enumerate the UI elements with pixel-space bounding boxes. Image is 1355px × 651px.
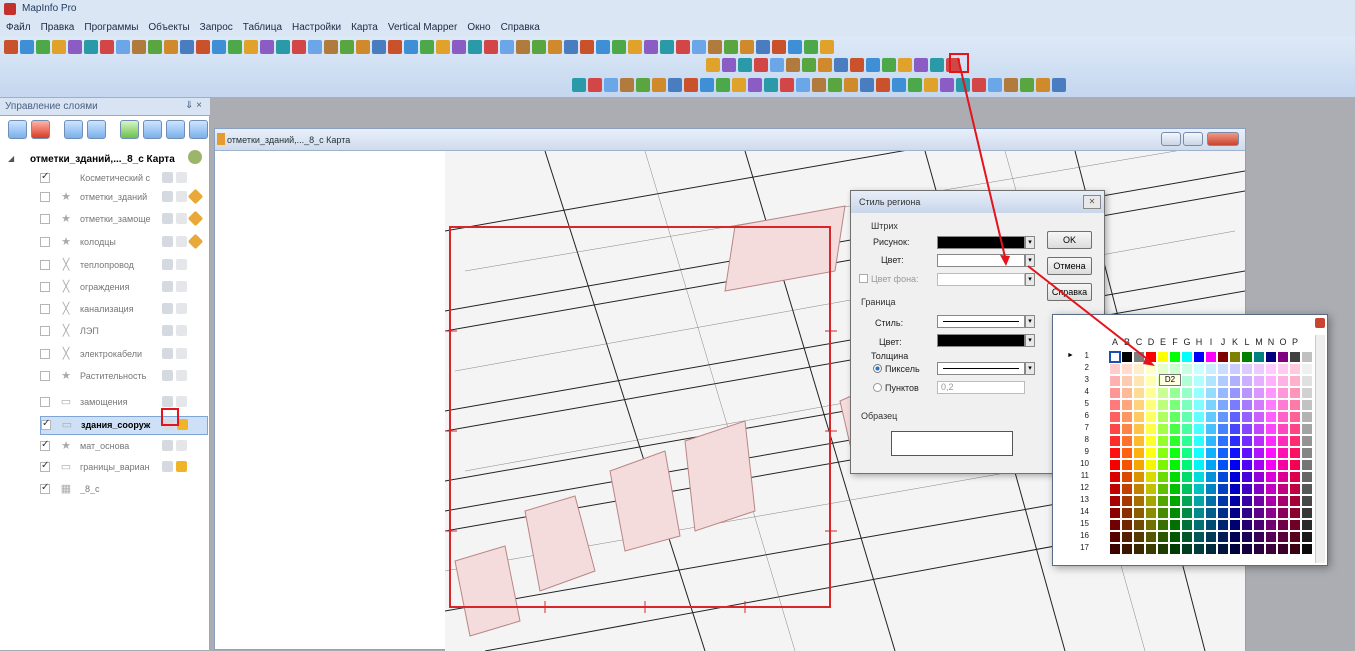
annotation-arrows: [161, 57, 1155, 426]
